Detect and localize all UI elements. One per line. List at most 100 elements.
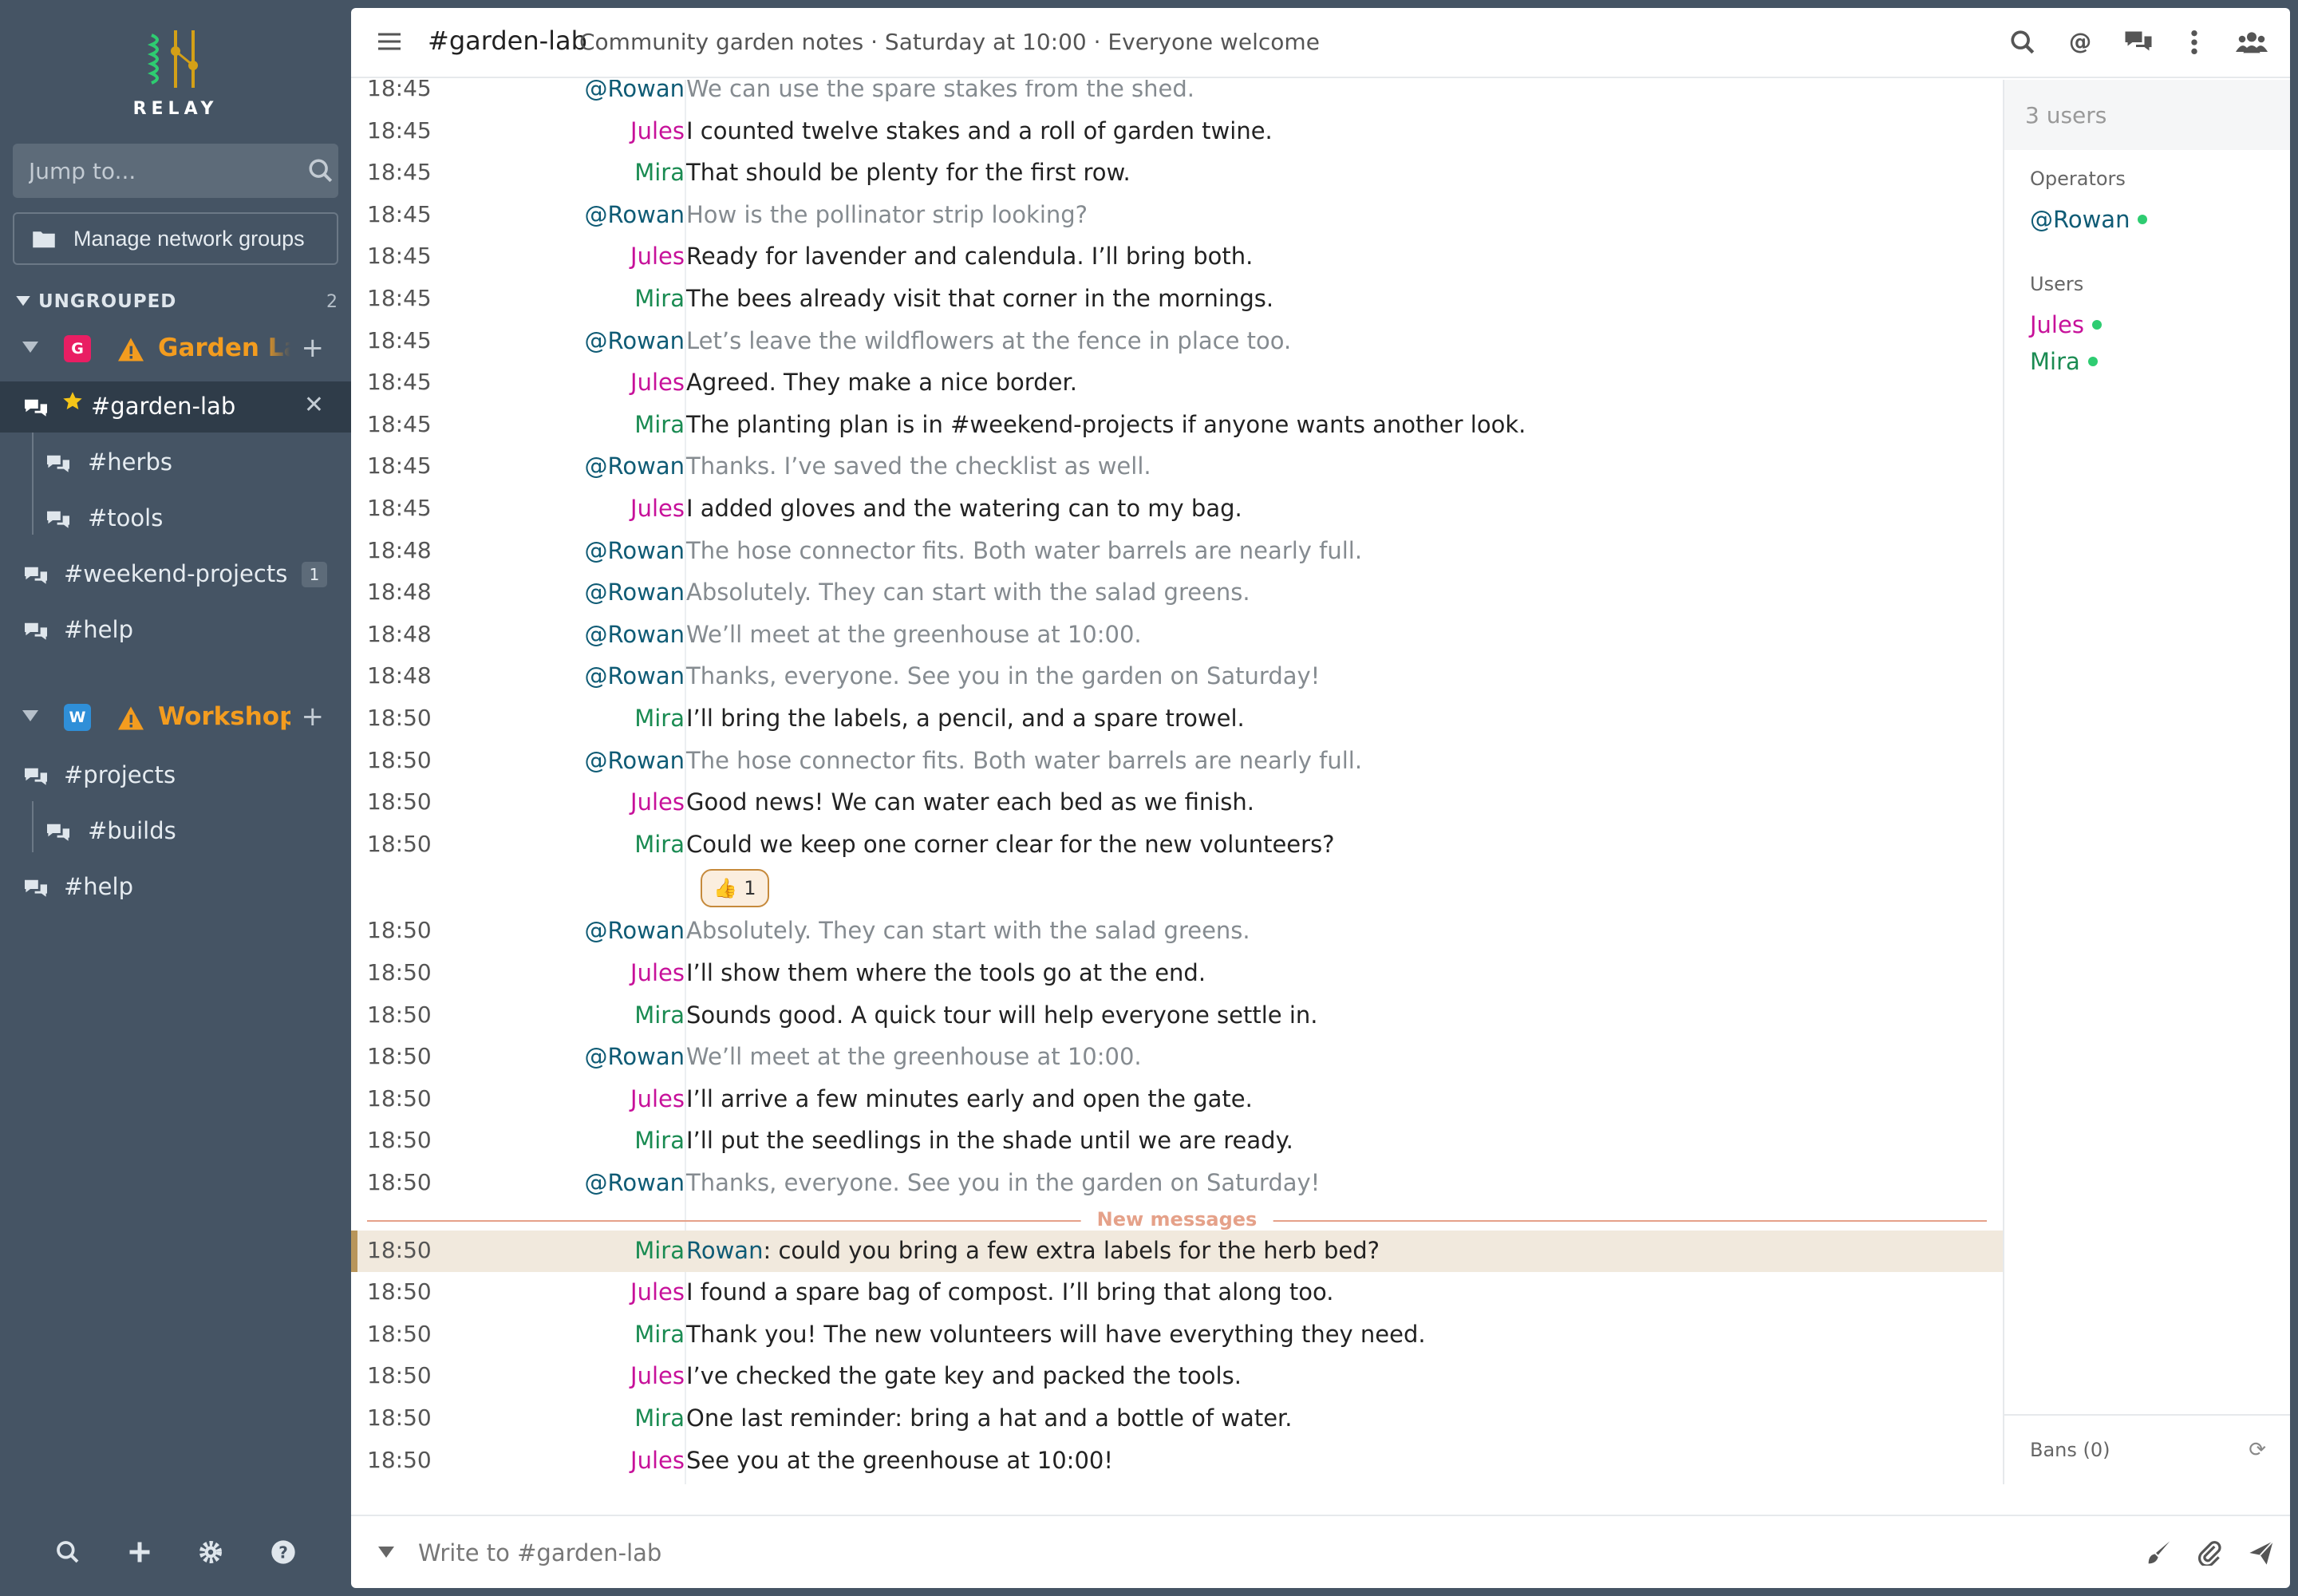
- caret-down-icon[interactable]: [22, 342, 38, 353]
- message-input[interactable]: [418, 1534, 2094, 1572]
- message-author[interactable]: @Rowan: [585, 662, 685, 689]
- app-logo[interactable]: RELAY: [128, 27, 223, 119]
- message-author[interactable]: Jules: [630, 788, 685, 816]
- message-author[interactable]: Jules: [630, 495, 685, 522]
- message-author[interactable]: Mira: [634, 1404, 685, 1432]
- user-jules[interactable]: Jules: [2030, 311, 2102, 338]
- message-row[interactable]: 18:48 @Rowan Absolutely. They can start wi…: [351, 572, 2003, 614]
- message-row[interactable]: 18:50 @Rowan Absolutely. They can start wi…: [351, 911, 2003, 952]
- message-author[interactable]: @Rowan: [585, 537, 685, 564]
- reaction-thumbs-up[interactable]: 👍 1: [701, 869, 769, 908]
- message-author[interactable]: @Rowan: [585, 579, 685, 606]
- message-row[interactable]: 18:45 @Rowan We can use the spare stakes f…: [351, 80, 2003, 110]
- message-author[interactable]: Jules: [630, 1362, 685, 1389]
- message-author[interactable]: Mira: [634, 1001, 685, 1029]
- message-author[interactable]: @Rowan: [585, 1043, 685, 1070]
- message-author[interactable]: Mira: [634, 705, 685, 732]
- bans-section[interactable]: Bans (0) ⟳: [2004, 1414, 2290, 1484]
- message-row[interactable]: 18:48 @Rowan Thanks, everyone. See you in …: [351, 656, 2003, 697]
- message-author[interactable]: Jules: [630, 243, 685, 270]
- message-row[interactable]: 18:50 Mira I’ll put the seedlings in the s…: [351, 1120, 2003, 1162]
- gear-icon[interactable]: [198, 1539, 223, 1565]
- search-icon[interactable]: [2009, 29, 2036, 56]
- message-row[interactable]: 18:50 @Rowan We’ll meet at the greenhouse …: [351, 1037, 2003, 1078]
- user-search[interactable]: [2004, 80, 2290, 150]
- message-row[interactable]: 18:50 Mira One last reminder: bring a hat …: [351, 1398, 2003, 1440]
- message-author[interactable]: Jules: [630, 1447, 685, 1474]
- message-row[interactable]: 18:50 Mira Could we keep one corner clear …: [351, 824, 2003, 866]
- manage-network-groups-button[interactable]: Manage network groups: [13, 212, 338, 265]
- message-author[interactable]: Jules: [630, 959, 685, 986]
- message-author[interactable]: Jules: [630, 369, 685, 396]
- close-channel-icon[interactable]: ✕: [304, 391, 324, 419]
- network-garden-lab[interactable]: G Garden Lab +: [0, 324, 351, 375]
- message-row[interactable]: 18:48 @Rowan We’ll meet at the greenhouse …: [351, 614, 2003, 656]
- message-author[interactable]: @Rowan: [585, 327, 685, 354]
- menu-icon[interactable]: [378, 32, 401, 51]
- add-channel-plus-icon[interactable]: +: [302, 701, 325, 733]
- message-row[interactable]: 18:50 Jules I’ll arrive a few minutes earl…: [351, 1079, 2003, 1120]
- message-row[interactable]: 18:50 Jules Good news! We can water each b…: [351, 782, 2003, 824]
- message-row[interactable]: 18:45 @Rowan Thanks. I’ve saved the checkl…: [351, 446, 2003, 488]
- plus-icon[interactable]: [128, 1540, 152, 1564]
- message-author[interactable]: Mira: [634, 1321, 685, 1348]
- channel-tools[interactable]: #tools: [0, 493, 351, 544]
- chat-bubbles-icon[interactable]: [2124, 29, 2153, 56]
- message-author[interactable]: Mira: [634, 285, 685, 312]
- message-row[interactable]: 18:50 @Rowan Thanks, everyone. See you in …: [351, 1163, 2003, 1204]
- message-row[interactable]: 18:45 Jules I added gloves and the waterin…: [351, 488, 2003, 530]
- message-row[interactable]: 18:50 Mira Thank you! The new volunteers w…: [351, 1314, 2003, 1356]
- message-author[interactable]: Jules: [630, 117, 685, 144]
- message-row[interactable]: 18:50 Mira Sounds good. A quick tour will …: [351, 995, 2003, 1037]
- search-icon[interactable]: [55, 1539, 81, 1565]
- channel-weekend-projects[interactable]: #weekend-projects 1: [0, 549, 351, 600]
- message-row[interactable]: 18:45 Jules I counted twelve stakes and a …: [351, 111, 2003, 152]
- send-icon[interactable]: [2249, 1540, 2274, 1566]
- message-author[interactable]: Mira: [634, 159, 685, 186]
- message-row[interactable]: 18:48 @Rowan The hose connector fits. Both…: [351, 531, 2003, 572]
- message-author[interactable]: @Rowan: [585, 201, 685, 228]
- message-author[interactable]: @Rowan: [585, 747, 685, 774]
- message-row[interactable]: 18:45 Mira The bees already visit that cor…: [351, 279, 2003, 320]
- message-row[interactable]: 18:50 Jules I found a spare bag of compost…: [351, 1272, 2003, 1314]
- message-author[interactable]: @Rowan: [585, 917, 685, 944]
- chevron-down-icon[interactable]: [378, 1547, 394, 1558]
- channel-help[interactable]: #help: [0, 605, 351, 656]
- message-author[interactable]: @Rowan: [585, 452, 685, 480]
- jump-to-search[interactable]: [13, 144, 338, 198]
- message-author[interactable]: Mira: [634, 1237, 685, 1264]
- message-author[interactable]: @Rowan: [585, 1169, 685, 1196]
- paperclip-icon[interactable]: [2197, 1540, 2223, 1566]
- user-search-input[interactable]: [2025, 101, 2290, 128]
- message-author[interactable]: Mira: [634, 831, 685, 858]
- message-row-highlighted[interactable]: 18:50 Mira Rowan: could you bring a few ex…: [351, 1230, 2003, 1272]
- message-row[interactable]: 18:45 Mira The planting plan is in #weeken…: [351, 405, 2003, 446]
- message-row[interactable]: 18:45 @Rowan How is the pollinator strip l…: [351, 195, 2003, 236]
- message-author[interactable]: Jules: [630, 1278, 685, 1306]
- message-author[interactable]: Mira: [634, 411, 685, 438]
- message-list[interactable]: 18:45 @Rowan We can use the spare stakes f…: [351, 80, 2003, 1484]
- channel-garden-lab[interactable]: #garden-lab ✕: [0, 381, 351, 433]
- refresh-icon[interactable]: ⟳: [2249, 1438, 2266, 1462]
- channel-herbs[interactable]: #herbs: [0, 437, 351, 488]
- network-workshop[interactable]: W Workshop +: [0, 693, 351, 744]
- message-row[interactable]: 18:45 Jules Ready for lavender and calendu…: [351, 236, 2003, 278]
- message-row[interactable]: 18:45 Jules Agreed. They make a nice borde…: [351, 362, 2003, 404]
- users-icon[interactable]: [2236, 29, 2268, 56]
- mentions-icon[interactable]: @: [2067, 29, 2094, 56]
- message-row[interactable]: 18:50 Jules I’ll show them where the tools…: [351, 953, 2003, 994]
- caret-down-icon[interactable]: [22, 710, 38, 721]
- message-row[interactable]: 18:50 Mira I’ll bring the labels, a pencil…: [351, 698, 2003, 740]
- message-author[interactable]: @Rowan: [585, 621, 685, 648]
- jump-to-input[interactable]: [29, 157, 307, 184]
- user-mira[interactable]: Mira: [2030, 348, 2098, 375]
- brush-format-icon[interactable]: [2146, 1540, 2172, 1566]
- message-row[interactable]: 18:45 @Rowan Let’s leave the wildflowers a…: [351, 321, 2003, 362]
- message-row[interactable]: 18:50 Jules See you at the greenhouse at 1…: [351, 1440, 2003, 1482]
- message-row[interactable]: 18:45 Mira That should be plenty for the f…: [351, 152, 2003, 194]
- channel-help-workshop[interactable]: #help: [0, 862, 351, 913]
- message-row[interactable]: 18:50 Jules I’ve checked the gate key and …: [351, 1356, 2003, 1397]
- help-icon[interactable]: ?: [270, 1539, 296, 1565]
- user-rowan[interactable]: @Rowan: [2030, 206, 2148, 233]
- mention[interactable]: Rowan: [686, 1237, 763, 1264]
